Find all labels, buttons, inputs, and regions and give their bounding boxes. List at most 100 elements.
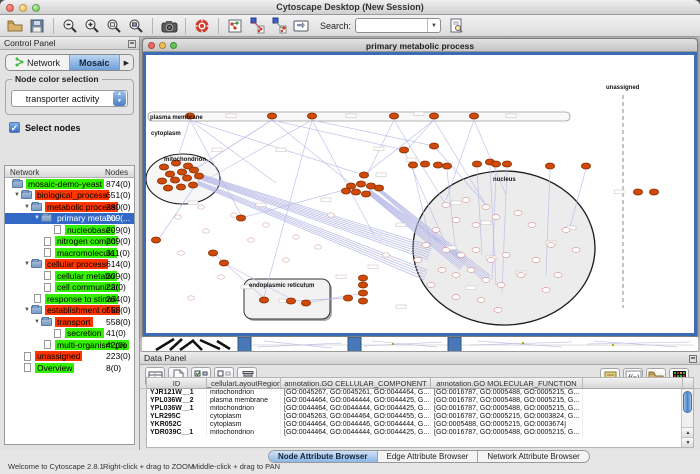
network-node-small (514, 211, 522, 216)
network-node (259, 297, 268, 303)
table-row[interactable]: YKR052Ccytoplasm[GO:0044464, GO:0044446,… (147, 421, 693, 429)
network-edge (404, 120, 434, 153)
cytoscape-window: Cytoscape Desktop (New Session) Search: … (0, 0, 700, 474)
network-view-window[interactable]: primary metabolic process plasma membran… (142, 38, 698, 337)
tree-row[interactable]: ▼establishment of lo558(0) (5, 305, 134, 317)
network-node-small (283, 258, 290, 262)
tree-row-count: 280(0) (106, 202, 135, 212)
network-canvas[interactable]: plasma membranecytoplasmmitochondrionnuc… (143, 52, 697, 336)
expand-arrow-icon[interactable]: ▼ (23, 204, 31, 210)
zoom-in-icon[interactable] (83, 17, 101, 35)
network-node-small (188, 296, 195, 300)
search-field[interactable] (356, 21, 427, 31)
folder-icon (41, 214, 52, 222)
float-data-panel-icon[interactable] (689, 355, 697, 363)
expand-arrow-icon[interactable]: ▼ (23, 307, 31, 313)
expand-arrow-icon[interactable]: ▼ (33, 215, 41, 221)
network-node-small (293, 235, 300, 239)
tree-row[interactable]: secretion41(0) (5, 328, 134, 340)
table-row[interactable]: YDR039C__1mitochondrion[GO:0044464, GO:0… (147, 429, 693, 437)
tree-row[interactable]: response to stimul264(0) (5, 293, 134, 305)
expand-arrow-icon[interactable]: ▼ (13, 192, 21, 198)
tree-row[interactable]: nitrogen compo209(0) (5, 236, 134, 248)
tree-row[interactable]: macromolecule311(0) (5, 247, 134, 259)
tab-network[interactable]: Network (6, 55, 70, 70)
column-header[interactable]: annotation.GO CELLULAR_COMPONENT (281, 378, 431, 388)
tree-row[interactable]: ▼biological_process651(0) (5, 190, 134, 202)
tree-row[interactable]: cellular metabo209(0) (5, 270, 134, 282)
column-header[interactable]: ID (147, 378, 207, 388)
node-color-dropdown[interactable]: transporter activity ▲▼ (11, 90, 128, 107)
search-config-icon[interactable] (447, 17, 465, 35)
column-header[interactable]: annotation.GO MOLECULAR_FUNCTION (431, 378, 583, 388)
select-nodes-checkbox[interactable]: ✓ (9, 122, 20, 133)
tab-mosaic-label: Mosaic (79, 58, 110, 68)
zoom-selected-icon[interactable] (127, 17, 145, 35)
tree-row[interactable]: ▼primary metabo209(... (5, 213, 134, 225)
tree-row[interactable]: unassigned223(0) (5, 351, 134, 363)
expand-arrow-icon[interactable]: ▼ (33, 319, 41, 325)
network-node-small (427, 283, 435, 288)
layout-region-icon[interactable] (248, 17, 266, 35)
tab-overflow-button[interactable]: ▶ (120, 55, 133, 70)
float-panel-icon[interactable] (128, 40, 136, 48)
node-label-tag (321, 198, 331, 202)
network-node-small (472, 248, 480, 253)
tab-mosaic[interactable]: Mosaic (70, 55, 120, 70)
table-cell: YPL036W__1 (147, 405, 207, 413)
table-row[interactable]: YLR295Ccytoplasm[GO:0045263, GO:0044464,… (147, 413, 693, 421)
network-node (581, 163, 590, 169)
table-row[interactable]: YJR121W__1mitochondrion[GO:0045267, GO:0… (147, 389, 693, 397)
status-item: Right-click + drag to ZOOM (103, 462, 194, 471)
zoom-fit-icon[interactable] (105, 17, 123, 35)
tree-row[interactable]: ▼cellular process614(0) (5, 259, 134, 271)
tab-node-attribute-browser[interactable]: Node Attribute Browser (269, 451, 378, 462)
network-node (361, 191, 370, 197)
network-edge (199, 181, 428, 270)
network-node (236, 215, 245, 221)
file-icon (44, 271, 51, 280)
network-node-small (178, 251, 185, 255)
tree-row[interactable]: nucleobase-209(0) (5, 224, 134, 236)
label-cytoplasm: cytoplasm (151, 131, 181, 137)
table-row[interactable]: YPL036W__1mitochondrion[GO:0044464, GO:0… (147, 405, 693, 413)
tree-row[interactable]: mosaic-demo-yeast874(0) (5, 178, 134, 190)
overview-icon[interactable] (226, 17, 244, 35)
network-node-small (532, 258, 540, 263)
tree-row[interactable]: ▼metabolic process280(0) (5, 201, 134, 213)
network-node (177, 169, 186, 175)
data-panel-title: Data Panel (144, 353, 186, 363)
folder-icon (31, 260, 42, 268)
snapshot-icon[interactable] (160, 17, 178, 35)
tab-edge-attribute-browser[interactable]: Edge Attribute Browser (378, 451, 479, 462)
zoom-out-icon[interactable] (61, 17, 79, 35)
tree-row[interactable]: Overview8(0) (5, 362, 134, 374)
annotation-icon[interactable] (292, 17, 310, 35)
scrollbar-thumb[interactable] (683, 391, 692, 413)
table-row[interactable]: YPL036W__2plasma membrane[GO:0044464, GO… (147, 397, 693, 405)
table-scrollbar[interactable]: ▲ ▼ (681, 389, 693, 447)
scroll-up-icon[interactable]: ▲ (682, 427, 694, 437)
network-node-small (315, 245, 322, 249)
tree-row-count: 614(0) (106, 259, 135, 269)
network-node (189, 167, 198, 173)
search-input[interactable]: ▼ (355, 18, 441, 33)
tree-row[interactable]: multi-organism pro42(0) (5, 339, 134, 351)
attribute-table[interactable]: ID_cellularLayoutRegionannotation.GO CEL… (146, 377, 694, 448)
network-node-small (542, 288, 550, 293)
tree-row[interactable]: cell communicat22(0) (5, 282, 134, 294)
help-icon[interactable] (193, 17, 211, 35)
column-header[interactable] (583, 378, 683, 388)
save-icon[interactable] (28, 17, 46, 35)
background-window-slivers[interactable] (142, 337, 698, 352)
node-label-tag (376, 173, 386, 177)
chevron-down-icon[interactable]: ▼ (427, 19, 440, 32)
tab-network-attribute-browser[interactable]: Network Attribute Browser (478, 451, 588, 462)
network-node-small (452, 273, 460, 278)
open-icon[interactable] (6, 17, 24, 35)
expand-arrow-icon[interactable]: ▼ (23, 261, 31, 267)
tree-row[interactable]: ▼transport558(0) (5, 316, 134, 328)
column-header[interactable]: _cellularLayoutRegion (207, 378, 281, 388)
layout-group-icon[interactable] (270, 17, 288, 35)
scroll-down-icon[interactable]: ▼ (682, 437, 694, 447)
